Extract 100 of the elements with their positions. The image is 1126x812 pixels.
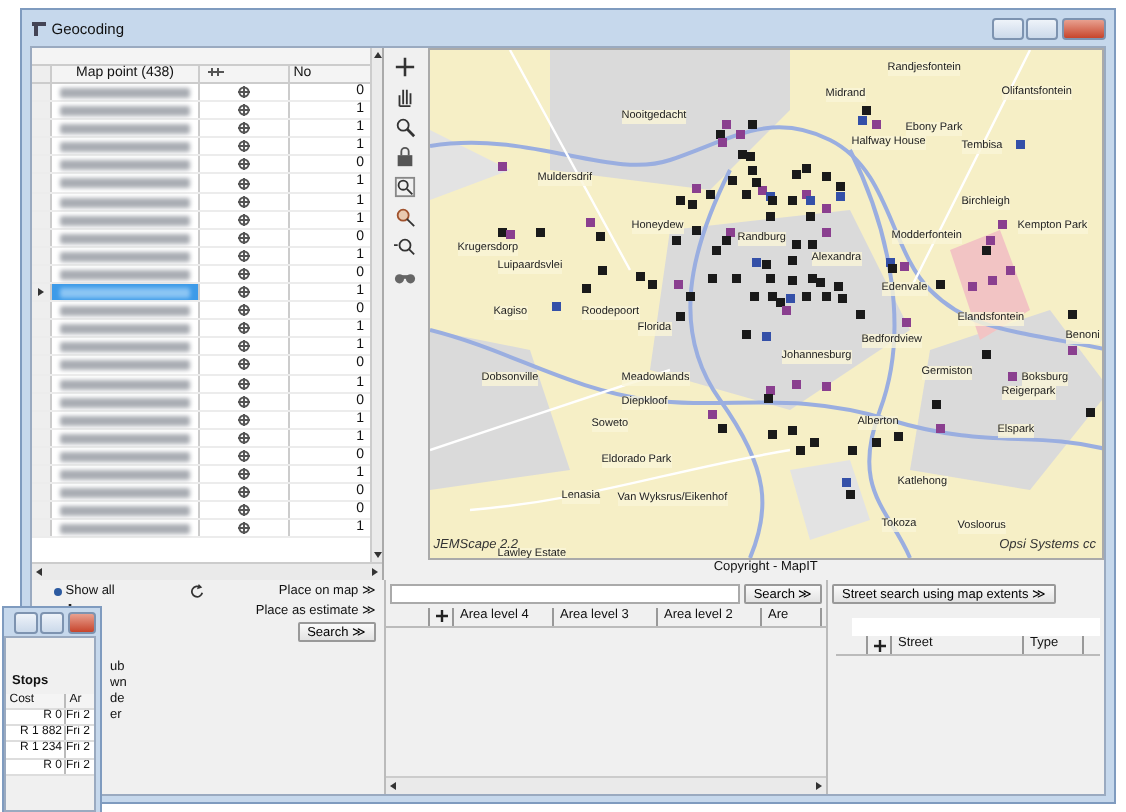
location-marker[interactable] (715, 130, 725, 139)
location-marker[interactable] (981, 246, 991, 255)
location-marker[interactable] (835, 192, 845, 201)
horizontal-scrollbar[interactable] (386, 776, 826, 794)
location-marker[interactable] (893, 432, 903, 441)
location-marker[interactable] (871, 120, 881, 129)
maximize-button[interactable] (40, 612, 65, 634)
location-marker[interactable] (675, 196, 685, 205)
location-marker[interactable] (707, 274, 717, 283)
close-button[interactable] (1062, 17, 1106, 39)
location-marker[interactable] (791, 380, 801, 389)
location-marker[interactable] (737, 150, 747, 159)
location-marker[interactable] (821, 228, 831, 237)
location-marker[interactable] (717, 424, 727, 433)
location-marker[interactable] (1007, 372, 1017, 381)
location-marker[interactable] (725, 228, 735, 237)
location-marker[interactable] (785, 294, 795, 303)
location-marker[interactable] (1015, 140, 1025, 149)
location-marker[interactable] (711, 246, 721, 255)
location-marker[interactable] (673, 280, 683, 289)
location-marker[interactable] (1067, 310, 1077, 319)
location-marker[interactable] (1005, 266, 1015, 275)
magnifier-icon[interactable] (394, 206, 417, 228)
location-marker[interactable] (1067, 346, 1077, 355)
location-marker[interactable] (809, 438, 819, 447)
location-marker[interactable] (899, 262, 909, 271)
location-marker[interactable] (805, 196, 815, 205)
location-marker[interactable] (745, 152, 755, 161)
location-marker[interactable] (497, 162, 507, 171)
location-marker[interactable] (731, 274, 741, 283)
location-marker[interactable] (761, 332, 771, 341)
location-marker[interactable] (751, 178, 761, 187)
location-marker[interactable] (741, 190, 751, 199)
location-marker[interactable] (687, 200, 697, 209)
location-marker[interactable] (551, 302, 561, 311)
location-marker[interactable] (691, 226, 701, 235)
location-marker[interactable] (801, 164, 811, 173)
location-marker[interactable] (647, 280, 657, 289)
location-marker[interactable] (981, 350, 991, 359)
location-marker[interactable] (581, 284, 591, 293)
location-marker[interactable] (787, 196, 797, 205)
location-marker[interactable] (821, 204, 831, 213)
location-marker[interactable] (821, 382, 831, 391)
location-marker[interactable] (871, 438, 881, 447)
location-marker[interactable] (585, 218, 595, 227)
horizontal-scrollbar[interactable] (32, 562, 382, 580)
location-marker[interactable] (691, 184, 701, 193)
location-marker[interactable] (931, 400, 941, 409)
location-marker[interactable] (835, 182, 845, 191)
location-marker[interactable] (727, 176, 737, 185)
maximize-button[interactable] (1026, 17, 1059, 39)
location-marker[interactable] (847, 446, 857, 455)
location-marker[interactable] (855, 310, 865, 319)
location-marker[interactable] (721, 120, 731, 129)
location-marker[interactable] (935, 280, 945, 289)
refresh-icon[interactable] (189, 584, 204, 599)
location-marker[interactable] (985, 236, 995, 245)
location-marker[interactable] (721, 236, 731, 245)
location-marker[interactable] (767, 292, 777, 301)
location-marker[interactable] (765, 386, 775, 395)
minimize-button[interactable] (991, 17, 1023, 39)
location-marker[interactable] (781, 306, 791, 315)
hand-icon[interactable] (394, 86, 417, 108)
location-marker[interactable] (1085, 408, 1095, 417)
location-marker[interactable] (857, 116, 867, 125)
location-marker[interactable] (675, 312, 685, 321)
location-marker[interactable] (821, 292, 831, 301)
location-marker[interactable] (837, 294, 847, 303)
location-marker[interactable] (767, 430, 777, 439)
location-marker[interactable] (707, 410, 717, 419)
location-marker[interactable] (807, 240, 817, 249)
location-marker[interactable] (765, 212, 775, 221)
magnifier-icon[interactable] (394, 176, 417, 198)
location-marker[interactable] (861, 106, 871, 115)
location-marker[interactable] (747, 166, 757, 175)
location-marker[interactable] (705, 190, 715, 199)
location-marker[interactable] (791, 240, 801, 249)
location-marker[interactable] (833, 282, 843, 291)
location-marker[interactable] (805, 212, 815, 221)
location-marker[interactable] (597, 266, 607, 275)
location-marker[interactable] (787, 276, 797, 285)
location-marker[interactable] (635, 272, 645, 281)
magnifier-icon[interactable] (394, 116, 417, 138)
crosshair-icon[interactable] (394, 56, 417, 78)
location-marker[interactable] (997, 220, 1007, 229)
location-marker[interactable] (749, 292, 759, 301)
location-marker[interactable] (987, 276, 997, 285)
location-marker[interactable] (595, 232, 605, 241)
location-marker[interactable] (841, 478, 851, 487)
location-marker[interactable] (757, 186, 767, 195)
location-marker[interactable] (765, 274, 775, 283)
location-marker[interactable] (671, 236, 681, 245)
location-marker[interactable] (901, 318, 911, 327)
search-field[interactable] (389, 583, 741, 604)
location-marker[interactable] (751, 258, 761, 267)
location-marker[interactable] (763, 394, 773, 403)
location-marker[interactable] (741, 330, 751, 339)
location-marker[interactable] (791, 170, 801, 179)
magnifier-icon[interactable] (394, 236, 417, 258)
location-marker[interactable] (767, 196, 777, 205)
